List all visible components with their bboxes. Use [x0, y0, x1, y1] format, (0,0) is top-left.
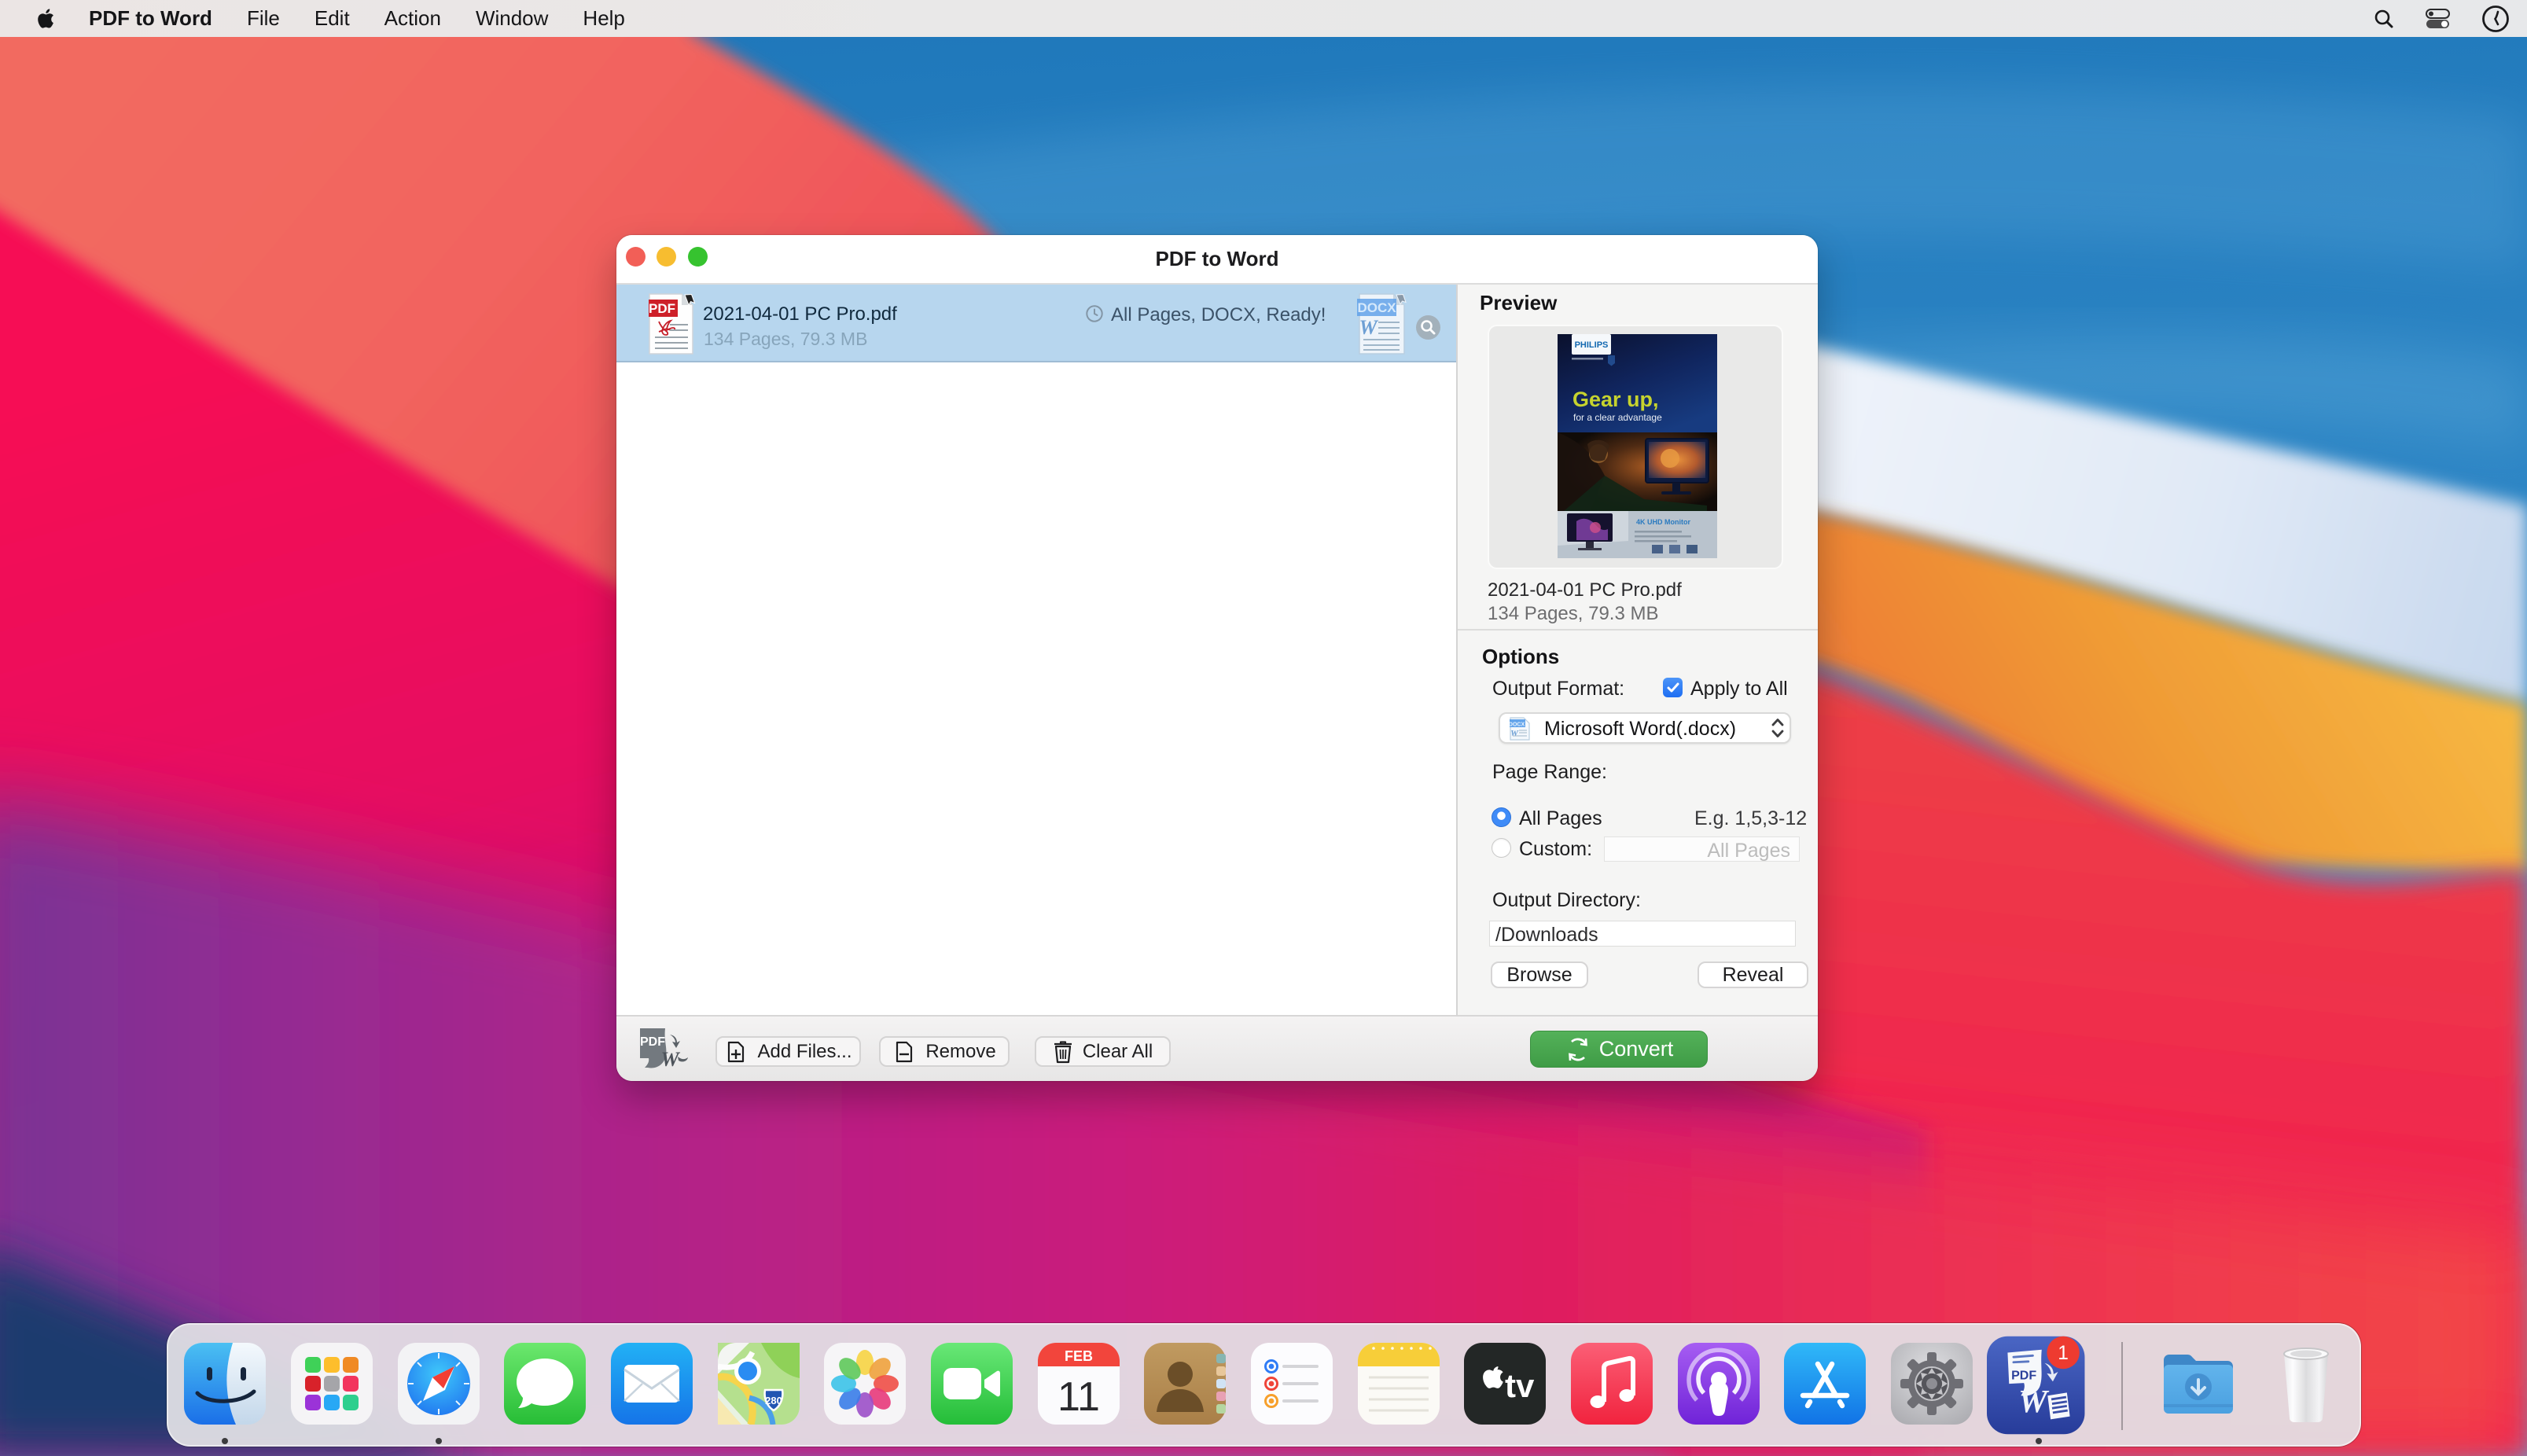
svg-text:11: 11	[1058, 1374, 1100, 1420]
svg-text:W: W	[2018, 1383, 2050, 1419]
svg-text:DOCX: DOCX	[1357, 300, 1396, 315]
svg-text:PDF: PDF	[640, 1035, 665, 1049]
svg-text:PHILIPS: PHILIPS	[1575, 340, 1609, 350]
svg-text:W: W	[660, 1048, 680, 1071]
svg-text:for a clear advantage: for a clear advantage	[1573, 412, 1662, 423]
svg-text:PDF: PDF	[649, 301, 675, 316]
svg-text:W: W	[1359, 316, 1378, 339]
svg-text:FEB: FEB	[1065, 1348, 1093, 1364]
svg-text:1: 1	[2058, 1343, 2069, 1364]
svg-text:DOCX: DOCX	[1510, 722, 1525, 728]
svg-text:4K UHD Monitor: 4K UHD Monitor	[1636, 518, 1690, 526]
svg-text:W: W	[1510, 729, 1519, 738]
svg-text:Gear up,: Gear up,	[1572, 388, 1659, 411]
svg-text:280: 280	[765, 1395, 782, 1406]
svg-text:PDF: PDF	[2011, 1368, 2036, 1382]
svg-text:tv: tv	[1505, 1367, 1535, 1404]
